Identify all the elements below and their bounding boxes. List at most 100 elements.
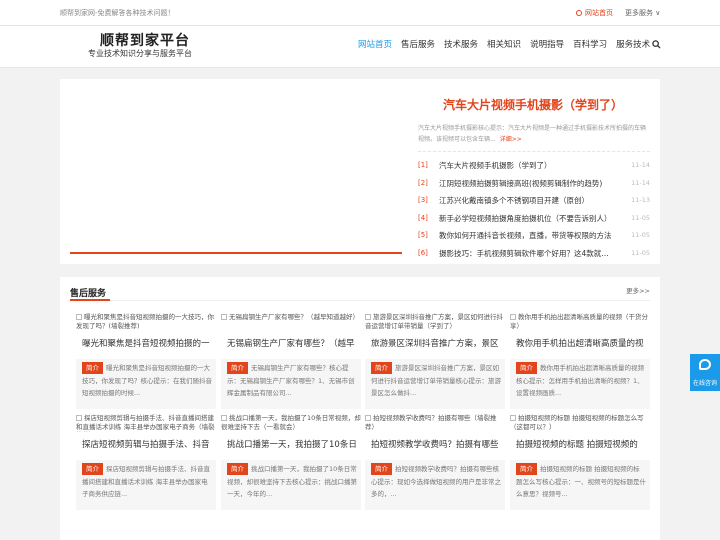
logo-title[interactable]: 顺帮到家平台 xyxy=(100,30,190,50)
article-card[interactable]: 教你用手机拍出超清晰高质量的视频（干货分享） 教你用手机拍出超清晰高质量的视 简… xyxy=(510,313,650,409)
article-card[interactable]: 探店短视频剪辑与拍摄手法、抖音直播间搭建和直播话术训练 海丰县举办国家电子商务（… xyxy=(76,414,216,510)
image-placeholder-icon xyxy=(76,314,82,320)
card-intro: 拍短视频教学收费吗？拍摄有哪些核心提示：现如今选择做短视频的用户是非常之多的，.… xyxy=(371,465,501,498)
featured-desc-text: 汽车大片视频手机摄影核心提示：汽车大片视频是一种通过手机摄影技术所拍摄的车辆视频… xyxy=(418,125,647,143)
list-item-title[interactable]: 汽车大片视频手机摄影（学到了） xyxy=(439,157,615,175)
search-icon[interactable] xyxy=(652,40,661,49)
top-bar: 顺帮到家网-免费解答各种技术问题！ 网站首页 更多服务 ∨ xyxy=(0,0,720,26)
list-item-date: 11-14 xyxy=(631,178,650,187)
card-intro: 旅游景区深圳抖音推广方案，景区如何进行抖音运营增订单带销量核心提示：旅游景区怎么… xyxy=(371,364,501,397)
card-thumbnail-alt: 曝光和聚焦是抖音短视频拍摄的一大技巧，你发现了吗？(墙裂推荐) xyxy=(76,313,214,330)
card-thumbnail[interactable]: 探店短视频剪辑与拍摄手法、抖音直播间搭建和直播话术训练 海丰县举办国家电子商务（… xyxy=(76,414,216,432)
more-services-dropdown[interactable]: 更多服务 ∨ xyxy=(625,8,660,18)
list-item[interactable]: [1] 汽车大片视频手机摄影（学到了） 11-14 xyxy=(418,157,650,175)
list-item-number: [3] xyxy=(418,196,428,204)
list-item-number: [2] xyxy=(418,178,428,187)
list-item-title[interactable]: 教你如何开通抖音长视频，直播，带货等权限的方法 xyxy=(439,227,615,245)
card-thumbnail-alt: 教你用手机拍出超清晰高质量的视频（干货分享） xyxy=(510,313,648,330)
card-intro: 挑战口播第一天，我拍摄了10条日常视频，却很难坚持下去核心提示：挑战口播第一天，… xyxy=(227,465,357,498)
card-thumbnail[interactable]: 拍摄短视频的标题 拍摄短视频的标题怎么写（这都可以？） xyxy=(510,414,650,432)
nav-item-tech-service[interactable]: 技术服务 xyxy=(444,38,478,50)
card-intro-box: 简介 拍摄短视频的标题 拍摄短视频的标题怎么写核心提示：一、视频号的短标题是什么意… xyxy=(510,460,650,510)
featured-image[interactable] xyxy=(70,89,402,254)
article-card[interactable]: 拍摄短视频的标题 拍摄短视频的标题怎么写（这都可以？） 拍摄短视频的标题 拍摄短… xyxy=(510,414,650,510)
list-item[interactable]: [5] 教你如何开通抖音长视频，直播，带货等权限的方法 11-05 xyxy=(418,227,650,245)
image-placeholder-icon xyxy=(365,314,371,320)
featured-list: [1] 汽车大片视频手机摄影（学到了） 11-14 [2] 江阴短视频拍摄剪辑接高班(… xyxy=(418,157,650,262)
card-title[interactable]: 无锡扁钢生产厂家有哪些？（越早 xyxy=(227,337,359,349)
list-item[interactable]: [6] 摄影技巧：手机视频剪辑软件哪个好用？这4款就够了 11-05 xyxy=(418,245,650,263)
home-icon xyxy=(576,10,582,16)
nav-item-after-sales[interactable]: 售后服务 xyxy=(401,38,435,50)
list-item-date: 11-05 xyxy=(631,213,650,222)
list-item-number: [6] xyxy=(418,248,428,257)
nav-item-service-tech[interactable]: 服务技术 xyxy=(616,38,650,50)
featured-more-link[interactable]: 详细>> xyxy=(500,136,522,143)
featured-title[interactable]: 汽车大片视频手机摄影（学到了） xyxy=(443,96,623,113)
nav-item-encyclopedia[interactable]: 百科学习 xyxy=(573,38,607,50)
card-title[interactable]: 挑战口播第一天，我拍摄了10条日 xyxy=(227,438,359,450)
image-placeholder-icon xyxy=(76,415,82,421)
article-card[interactable]: 挑战口播第一天，我拍摄了10条日常视频，却很难坚持下去（一看就会） 挑战口播第一… xyxy=(221,414,361,510)
card-thumbnail[interactable]: 教你用手机拍出超清晰高质量的视频（干货分享） xyxy=(510,313,650,331)
image-placeholder-icon xyxy=(510,314,516,320)
card-intro: 无锡扁钢生产厂家有哪些？核心提示：无锡扁钢生产厂家有哪些？1、无锡市创辉金属制品… xyxy=(227,364,355,397)
card-intro-box: 简介 拍短视频教学收费吗？拍摄有哪些核心提示：现如今选择做短视频的用户是非常之多的… xyxy=(365,460,505,510)
card-thumbnail[interactable]: 旅游景区深圳抖音推广方案，景区如何进行抖音运营增订单带销量（学到了） xyxy=(365,313,505,331)
card-thumbnail-alt: 无锡扁钢生产厂家有哪些？（越早知道越好） xyxy=(229,313,359,321)
card-intro: 曝光和聚焦是抖音短视频拍摄的一大技巧，你发现了吗？核心提示：在我们随抖音短视频拍… xyxy=(82,364,212,397)
list-item-date: 11-05 xyxy=(631,248,650,257)
image-placeholder-icon xyxy=(221,314,227,320)
list-item-title[interactable]: 新手必学短视频拍摄角度拍摄机位（不要告诉别人） xyxy=(439,210,615,228)
featured-description: 汽车大片视频手机摄影核心提示：汽车大片视频是一种通过手机摄影技术所拍摄的车辆视频… xyxy=(418,123,650,145)
section-title: 售后服务 xyxy=(70,289,107,299)
nav-item-home[interactable]: 网站首页 xyxy=(358,38,392,50)
card-thumbnail-alt: 拍摄短视频的标题 拍摄短视频的标题怎么写（这都可以？） xyxy=(510,414,644,431)
card-thumbnail[interactable]: 拍短视频教学收费吗？拍摄有哪些（墙裂推荐） xyxy=(365,414,505,432)
list-item[interactable]: [4] 新手必学短视频拍摄角度拍摄机位（不要告诉别人） 11-05 xyxy=(418,210,650,228)
site-tagline: 顺帮到家网-免费解答各种技术问题！ xyxy=(60,9,175,17)
image-placeholder-icon xyxy=(365,415,371,421)
image-placeholder-icon xyxy=(221,415,227,421)
article-card[interactable]: 旅游景区深圳抖音推广方案，景区如何进行抖音运营增订单带销量（学到了） 旅游景区深… xyxy=(365,313,505,409)
card-intro: 探店短视频剪辑与拍摄手法、抖音直播间搭建和直播话术训练 海丰县举办国家电子商务供… xyxy=(82,465,210,498)
image-placeholder-icon xyxy=(510,415,516,421)
section-more-link[interactable]: 更多>> xyxy=(626,285,650,295)
home-link[interactable]: 网站首页 xyxy=(576,8,613,18)
list-item[interactable]: [3] 江苏兴化戴南镇多个不锈钢项目开建（原创） 11-13 xyxy=(418,192,650,210)
list-item-title[interactable]: 江阴短视频拍摄剪辑接高班(视频剪辑制作的趋势) xyxy=(439,175,615,193)
card-title[interactable]: 教你用手机拍出超清晰高质量的视 xyxy=(516,337,648,349)
nav-item-knowledge[interactable]: 相关知识 xyxy=(487,38,521,50)
list-item[interactable]: [2] 江阴短视频拍摄剪辑接高班(视频剪辑制作的趋势) 11-14 xyxy=(418,175,650,193)
after-sales-section: 售后服务 更多>> 曝光和聚焦是抖音短视频拍摄的一大技巧，你发现了吗？(墙裂推荐… xyxy=(60,277,660,540)
online-consult-button[interactable]: 在线咨询 xyxy=(690,354,720,391)
card-intro: 拍摄短视频的标题 拍摄短视频的标题怎么写核心提示：一、视频号的短标题是什么意思？… xyxy=(516,465,646,498)
card-thumbnail[interactable]: 挑战口播第一天，我拍摄了10条日常视频，却很难坚持下去（一看就会） xyxy=(221,414,361,432)
list-item-date: 11-14 xyxy=(631,161,650,169)
card-thumbnail[interactable]: 曝光和聚焦是抖音短视频拍摄的一大技巧，你发现了吗？(墙裂推荐) xyxy=(76,313,216,331)
list-item-number: [4] xyxy=(418,213,428,222)
card-title[interactable]: 曝光和聚焦是抖音短视频拍摄的一 xyxy=(82,337,214,349)
article-card[interactable]: 曝光和聚焦是抖音短视频拍摄的一大技巧，你发现了吗？(墙裂推荐) 曝光和聚焦是抖音… xyxy=(76,313,216,409)
nav-item-guide[interactable]: 说明指导 xyxy=(530,38,564,50)
list-item-title[interactable]: 摄影技巧：手机视频剪辑软件哪个好用？这4款就够了 xyxy=(439,245,615,263)
card-title[interactable]: 拍短视频教学收费吗？拍摄有哪些 xyxy=(371,438,503,450)
list-item-date: 11-05 xyxy=(631,231,650,239)
card-intro-box: 简介 无锡扁钢生产厂家有哪些？核心提示：无锡扁钢生产厂家有哪些？1、无锡市创辉金属… xyxy=(221,359,361,409)
card-intro: 教你用手机拍出超清晰高质量的视频核心提示：怎样用手机拍出清晰的视频？1、设置视频… xyxy=(516,364,644,397)
card-intro-box: 简介 探店短视频剪辑与拍摄手法、抖音直播间搭建和直播话术训练 海丰县举办国家电子商… xyxy=(76,460,216,510)
card-title[interactable]: 探店短视频剪辑与拍摄手法、抖音 xyxy=(82,438,214,450)
card-intro-box: 简介 教你用手机拍出超清晰高质量的视频核心提示：怎样用手机拍出清晰的视频？1、设置… xyxy=(510,359,650,409)
article-card[interactable]: 无锡扁钢生产厂家有哪些？（越早知道越好） 无锡扁钢生产厂家有哪些？（越早 简介无… xyxy=(221,313,361,409)
list-item-title[interactable]: 江苏兴化戴南镇多个不锈钢项目开建（原创） xyxy=(439,192,615,210)
card-intro-box: 简介 曝光和聚焦是抖音短视频拍摄的一大技巧，你发现了吗？核心提示：在我们随抖音短视… xyxy=(76,359,216,409)
list-item-date: 11-13 xyxy=(631,196,650,204)
divider xyxy=(418,151,650,152)
featured-panel: 汽车大片视频手机摄影（学到了） 汽车大片视频手机摄影核心提示：汽车大片视频是一种… xyxy=(60,79,660,264)
card-title[interactable]: 拍摄短视频的标题 拍摄短视频的 xyxy=(516,438,648,450)
card-title[interactable]: 旅游景区深圳抖音推广方案，景区 xyxy=(371,337,503,349)
article-card[interactable]: 拍短视频教学收费吗？拍摄有哪些（墙裂推荐） 拍短视频教学收费吗？拍摄有哪些 简介… xyxy=(365,414,505,510)
chat-bubble-icon xyxy=(699,359,711,370)
card-intro-box: 简介 旅游景区深圳抖音推广方案，景区如何进行抖音运营增订单带销量核心提示：旅游景区… xyxy=(365,359,505,409)
card-thumbnail[interactable]: 无锡扁钢生产厂家有哪些？（越早知道越好） xyxy=(221,313,361,331)
